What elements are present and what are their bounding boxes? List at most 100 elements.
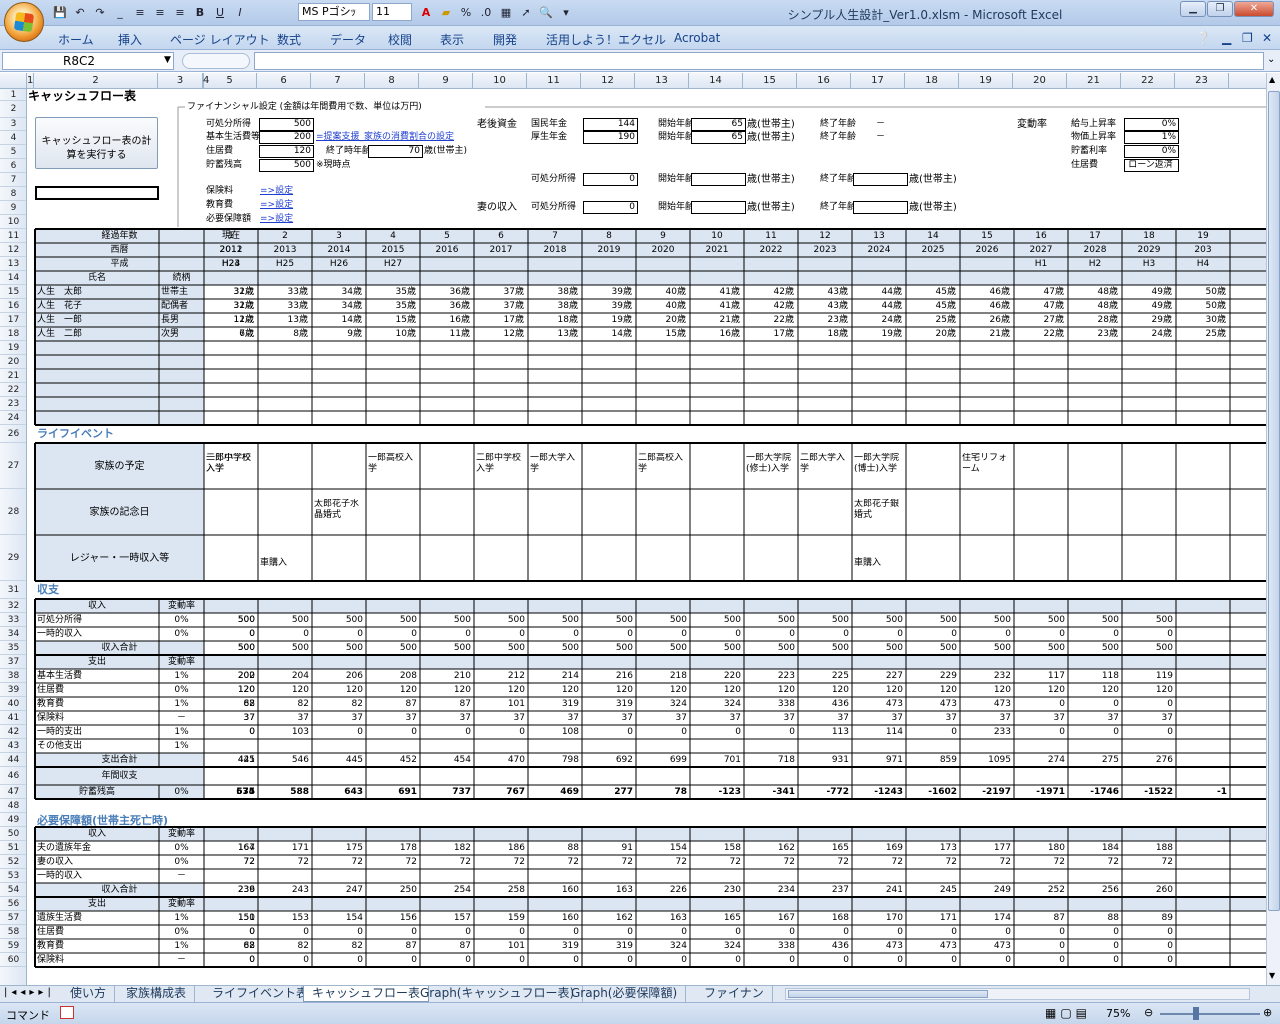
tab-acrobat[interactable]: Acrobat bbox=[674, 31, 720, 45]
row-header-51[interactable]: 51 bbox=[0, 841, 26, 855]
row-header-54[interactable]: 54 bbox=[0, 883, 26, 897]
row-header-26[interactable]: 26 bbox=[0, 425, 26, 443]
pension-start-1[interactable]: 65 bbox=[691, 131, 746, 144]
column-header-12[interactable]: 12 bbox=[581, 73, 635, 88]
pension-start-0[interactable]: 65 bbox=[691, 118, 746, 131]
row-header-47[interactable]: 47 bbox=[0, 785, 26, 799]
column-header-1[interactable]: 1 bbox=[27, 73, 34, 88]
row-header-56[interactable]: 56 bbox=[0, 897, 26, 911]
sheet-tab-4[interactable]: Graph(キャッシュフロー表) bbox=[412, 986, 584, 1002]
select-cursor-icon[interactable]: ➚ bbox=[518, 5, 534, 21]
h-scroll-thumb[interactable] bbox=[788, 990, 988, 998]
tab-scroll-icons[interactable]: |◂◂▸▸| bbox=[4, 987, 55, 998]
row-header-53[interactable]: 53 bbox=[0, 869, 26, 883]
underline-button-icon[interactable]: U bbox=[212, 5, 228, 21]
underline-icon[interactable]: _ bbox=[112, 5, 128, 21]
vertical-scrollbar[interactable]: ▲ ▼ bbox=[1266, 73, 1280, 985]
row-header-40[interactable]: 40 bbox=[0, 697, 26, 711]
column-header-7[interactable]: 7 bbox=[311, 73, 365, 88]
pension-value-1[interactable]: 190 bbox=[583, 131, 638, 144]
column-header-21[interactable]: 21 bbox=[1067, 73, 1121, 88]
percent-icon[interactable]: % bbox=[458, 5, 474, 21]
maximize-icon[interactable]: ❐ bbox=[1207, 1, 1233, 17]
column-header-20[interactable]: 20 bbox=[1013, 73, 1067, 88]
row-header-24[interactable]: 24 bbox=[0, 411, 26, 425]
column-header-14[interactable]: 14 bbox=[689, 73, 743, 88]
sheet-tab-0[interactable]: 使い方 bbox=[62, 986, 116, 1002]
sheet-tab-3[interactable]: キャッシュフロー表 bbox=[303, 986, 430, 1002]
column-header-11[interactable]: 11 bbox=[527, 73, 581, 88]
minimize-icon[interactable]: ▁ bbox=[1180, 1, 1206, 17]
italic-icon[interactable]: I bbox=[232, 5, 248, 21]
pension-start-2[interactable] bbox=[691, 173, 746, 186]
tab-developer[interactable]: 開発 bbox=[493, 31, 517, 48]
font-size-box[interactable]: 11 bbox=[372, 3, 412, 21]
column-header-6[interactable]: 6 bbox=[257, 73, 311, 88]
row-header-17[interactable]: 17 bbox=[0, 313, 26, 327]
zoom-slider-thumb[interactable] bbox=[1193, 1007, 1199, 1020]
close-icon[interactable]: ✕ bbox=[1234, 1, 1274, 17]
column-header-18[interactable]: 18 bbox=[905, 73, 959, 88]
ribbon-close-icon[interactable]: ✕ bbox=[1262, 31, 1272, 45]
name-box[interactable]: R8C2 bbox=[2, 52, 174, 70]
chevron-down-icon[interactable]: ▾ bbox=[558, 5, 574, 21]
setting-value-1[interactable]: 200 bbox=[259, 131, 314, 144]
formula-input[interactable] bbox=[254, 52, 1264, 70]
row-header-14[interactable]: 14 bbox=[0, 271, 26, 285]
row-header-12[interactable]: 12 bbox=[0, 243, 26, 257]
row-header-58[interactable]: 58 bbox=[0, 925, 26, 939]
select-all-corner[interactable] bbox=[0, 73, 27, 88]
column-header-10[interactable]: 10 bbox=[473, 73, 527, 88]
format-icon[interactable]: ▦ bbox=[498, 5, 514, 21]
row-header-20[interactable]: 20 bbox=[0, 355, 26, 369]
row-header-32[interactable]: 32 bbox=[0, 599, 26, 613]
save-icon[interactable]: 💾 bbox=[52, 5, 68, 21]
tab-review[interactable]: 校閲 bbox=[388, 31, 412, 48]
zoom-out-icon[interactable]: ⊖ bbox=[1144, 1006, 1153, 1019]
align-center-icon[interactable]: ≡ bbox=[152, 5, 168, 21]
view-mode-icons[interactable]: ▦▢▤ bbox=[1045, 1006, 1091, 1020]
row-header-33[interactable]: 33 bbox=[0, 613, 26, 627]
row-header-15[interactable]: 15 bbox=[0, 285, 26, 299]
row-header-11[interactable]: 11 bbox=[0, 229, 26, 243]
help-icon[interactable]: ❔ bbox=[1196, 31, 1211, 45]
rate-value-3[interactable]: ローン返済 bbox=[1124, 159, 1179, 172]
wife-value[interactable]: 0 bbox=[583, 201, 638, 214]
worksheet-grid[interactable]: キャッシュフロー表 キャッシュフロー表の計算を実行する ファイナンシャル設定 (金額… bbox=[28, 89, 1266, 985]
row-header-34[interactable]: 34 bbox=[0, 627, 26, 641]
decimal-icon[interactable]: .0 bbox=[478, 5, 494, 21]
row-header-6[interactable]: 6 bbox=[0, 159, 26, 173]
row-header-31[interactable]: 31 bbox=[0, 581, 26, 599]
rate-value-2[interactable]: 0% bbox=[1124, 145, 1179, 158]
column-header-8[interactable]: 8 bbox=[365, 73, 419, 88]
tab-data[interactable]: データ bbox=[330, 31, 366, 48]
column-header-2[interactable]: 2 bbox=[34, 73, 158, 88]
setting-sub-value[interactable]: 70 bbox=[368, 145, 423, 158]
row-header-41[interactable]: 41 bbox=[0, 711, 26, 725]
horizontal-scrollbar[interactable] bbox=[785, 988, 1250, 1000]
align-left-icon[interactable]: ≡ bbox=[132, 5, 148, 21]
row-header-37[interactable]: 37 bbox=[0, 655, 26, 669]
row-header-1[interactable]: 1 bbox=[0, 89, 26, 101]
formula-bar-expand-icon[interactable]: ⌄ bbox=[1267, 54, 1275, 65]
column-header-13[interactable]: 13 bbox=[635, 73, 689, 88]
row-header-60[interactable]: 60 bbox=[0, 953, 26, 967]
align-right-icon[interactable]: ≡ bbox=[172, 5, 188, 21]
row-header-3[interactable]: 3 bbox=[0, 118, 26, 131]
fill-color-icon[interactable]: ▰ bbox=[438, 5, 454, 21]
row-header-10[interactable]: 10 bbox=[0, 215, 26, 229]
row-header-44[interactable]: 44 bbox=[0, 753, 26, 767]
bold-icon[interactable]: B bbox=[192, 5, 208, 21]
undo-icon[interactable]: ↶ bbox=[72, 5, 88, 21]
tab-view[interactable]: 表示 bbox=[440, 31, 464, 48]
row-header-46[interactable]: 46 bbox=[0, 767, 26, 785]
wife-start[interactable] bbox=[691, 201, 746, 214]
redo-icon[interactable]: ↷ bbox=[92, 5, 108, 21]
row-header-49[interactable]: 49 bbox=[0, 813, 26, 827]
row-header-16[interactable]: 16 bbox=[0, 299, 26, 313]
rate-value-1[interactable]: 1% bbox=[1124, 131, 1179, 144]
row-header-28[interactable]: 28 bbox=[0, 489, 26, 535]
macro-record-icon[interactable] bbox=[60, 1006, 74, 1019]
column-header-23[interactable]: 23 bbox=[1175, 73, 1229, 88]
scroll-down-icon[interactable]: ▼ bbox=[1269, 971, 1275, 980]
